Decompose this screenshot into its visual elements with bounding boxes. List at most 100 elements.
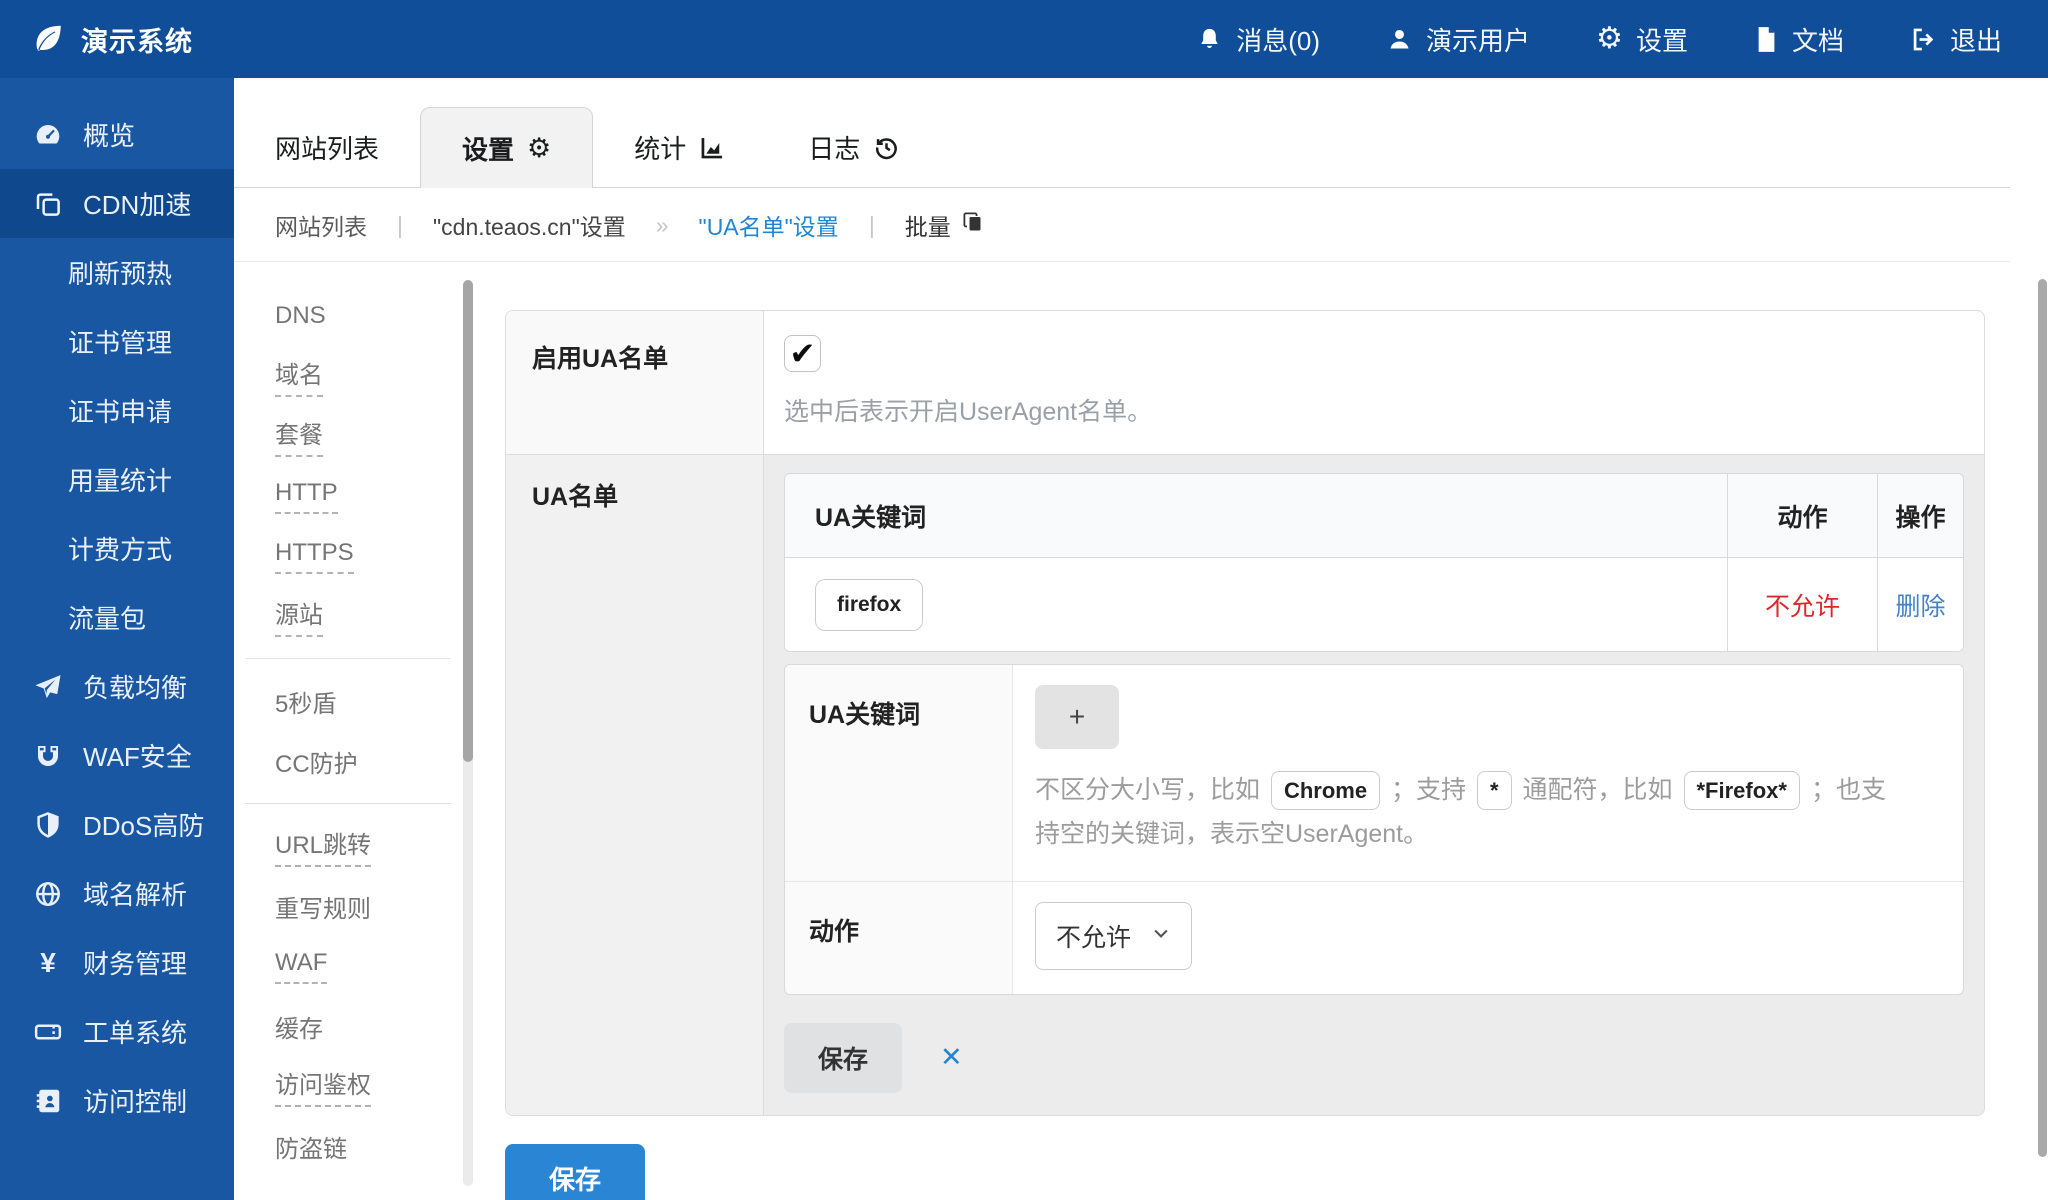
- sidebar-item-cdn[interactable]: CDN加速: [0, 169, 234, 238]
- sidebar-item-dns-resolve[interactable]: 域名解析: [0, 859, 234, 928]
- chevron-down-icon: [1151, 921, 1171, 950]
- sidebar-item-label: 财务管理: [83, 944, 187, 981]
- sidebar-item-refresh-prewarm[interactable]: 刷新预热: [0, 238, 234, 307]
- app-logo[interactable]: 演示系统: [30, 20, 193, 59]
- tab-site-list[interactable]: 网站列表: [234, 107, 420, 187]
- subnav-item-rewrite-rules[interactable]: 重写规则: [234, 876, 460, 936]
- gear-icon: ⚙: [1596, 24, 1623, 54]
- sidebar-item-finance[interactable]: ¥ 财务管理: [0, 928, 234, 997]
- sidebar-item-overview[interactable]: 概览: [0, 100, 234, 169]
- tabbar: 网站列表 设置 ⚙ 统计 日志: [234, 108, 2010, 188]
- action-select[interactable]: 不允许: [1035, 902, 1192, 970]
- delete-link[interactable]: 删除: [1895, 587, 1945, 623]
- sign-out-icon: [1910, 26, 1937, 53]
- subnav-item-waf[interactable]: WAF: [234, 936, 460, 996]
- user-icon: [1386, 26, 1413, 53]
- editor-cancel-button[interactable]: ✕: [940, 1042, 963, 1073]
- tab-logs[interactable]: 日志: [767, 107, 941, 187]
- tab-label: 日志: [808, 129, 860, 166]
- sidebar: 概览 CDN加速 刷新预热 证书管理 证书申请 用量统计 计费方式 流量包 负载…: [0, 78, 234, 1200]
- subnav-item-http[interactable]: HTTP: [234, 466, 460, 526]
- messages-button[interactable]: 消息(0): [1196, 21, 1320, 58]
- sidebar-item-label: 刷新预热: [68, 254, 172, 291]
- subnav-item-origin[interactable]: 源站: [234, 586, 460, 646]
- settings-subnav: DNS 域名 套餐 HTTP HTTPS 源站 5秒盾 CC防护 URL跳转 重…: [234, 286, 460, 1176]
- subnav-item-hotlink[interactable]: 防盗链: [234, 1116, 460, 1176]
- gear-icon: ⚙: [527, 135, 551, 162]
- breadcrumb-ua-settings-link[interactable]: "UA名单"设置: [699, 208, 839, 242]
- sidebar-item-traffic-package[interactable]: 流量包: [0, 583, 234, 652]
- editor-save-button[interactable]: 保存: [784, 1023, 902, 1093]
- breadcrumb-separator: |: [869, 212, 875, 239]
- subnav-divider: [245, 658, 451, 659]
- hint-text: ；支持: [1391, 776, 1466, 804]
- paper-plane-icon: [30, 672, 66, 702]
- sidebar-item-label: 概览: [83, 116, 135, 153]
- action-select-label: 动作: [785, 882, 1013, 994]
- settings-button[interactable]: ⚙ 设置: [1596, 21, 1688, 58]
- keyword-editor-form: UA关键词 + 不区分大小写，比如 Chrome ；支持 * 通配符，比如 *F…: [784, 664, 1964, 995]
- address-book-icon: [30, 1086, 66, 1116]
- table-row: firefox 不允许 删除: [785, 558, 1963, 651]
- sidebar-item-label: CDN加速: [83, 185, 191, 222]
- breadcrumb-site-settings[interactable]: "cdn.teaos.cn"设置: [433, 208, 626, 242]
- action-select-value: 不允许: [1056, 918, 1131, 954]
- add-keyword-button[interactable]: +: [1035, 685, 1119, 749]
- sidebar-item-cert-manage[interactable]: 证书管理: [0, 307, 234, 376]
- sidebar-item-cert-apply[interactable]: 证书申请: [0, 376, 234, 445]
- subnav-scrollbar-thumb[interactable]: [463, 280, 473, 762]
- sidebar-item-label: 计费方式: [68, 530, 172, 567]
- subnav-label: 套餐: [275, 415, 323, 457]
- tab-label: 统计: [634, 129, 686, 166]
- subnav-item-https[interactable]: HTTPS: [234, 526, 460, 586]
- sidebar-item-billing-method[interactable]: 计费方式: [0, 514, 234, 583]
- subnav-item-url-redirect[interactable]: URL跳转: [234, 816, 460, 876]
- batch-button[interactable]: 批量: [905, 208, 985, 242]
- sidebar-item-label: 用量统计: [68, 461, 172, 498]
- subnav-item-dns[interactable]: DNS: [234, 286, 460, 346]
- ua-list-form: 启用UA名单 ✔ 选中后表示开启UserAgent名单。 UA名单 UA关键词: [505, 310, 1985, 1200]
- copy-icon: [961, 210, 985, 240]
- tab-settings[interactable]: 设置 ⚙: [420, 107, 593, 188]
- table-header-row: UA关键词 动作 操作: [785, 474, 1963, 558]
- subnav-divider: [245, 803, 451, 804]
- sidebar-item-label: 域名解析: [83, 875, 187, 912]
- sidebar-item-load-balancer[interactable]: 负载均衡: [0, 652, 234, 721]
- sidebar-item-label: 访问控制: [83, 1082, 187, 1119]
- breadcrumb-site-list[interactable]: 网站列表: [275, 208, 367, 242]
- docs-button[interactable]: 文档: [1754, 21, 1844, 58]
- subnav-item-cc-protect[interactable]: CC防护: [234, 731, 460, 791]
- ua-keyword-table: UA关键词 动作 操作 firefox 不允许 删除: [784, 473, 1964, 652]
- tab-stats[interactable]: 统计: [593, 107, 767, 187]
- keyword-input-label: UA关键词: [785, 665, 1013, 881]
- sidebar-item-tickets[interactable]: 工单系统: [0, 997, 234, 1066]
- user-menu[interactable]: 演示用户: [1386, 21, 1530, 58]
- operation-cell: 删除: [1877, 558, 1963, 651]
- hint-example-tag: *Firefox*: [1684, 771, 1800, 810]
- subnav-item-cache[interactable]: 缓存: [234, 996, 460, 1056]
- save-button[interactable]: 保存: [505, 1144, 645, 1200]
- logout-button[interactable]: 退出: [1910, 21, 2002, 58]
- page-scrollbar-thumb[interactable]: [2038, 279, 2047, 1157]
- sidebar-item-usage-stats[interactable]: 用量统计: [0, 445, 234, 514]
- subnav-item-domain[interactable]: 域名: [234, 346, 460, 406]
- sidebar-item-ddos[interactable]: DDoS高防: [0, 790, 234, 859]
- header-keyword: UA关键词: [785, 498, 1727, 534]
- sidebar-item-waf[interactable]: WAF安全: [0, 721, 234, 790]
- sidebar-item-label: 证书管理: [68, 323, 172, 360]
- keyword-input-area: + 不区分大小写，比如 Chrome ；支持 * 通配符，比如 *Firefox…: [1013, 665, 1963, 881]
- history-icon: [873, 134, 900, 161]
- subnav-label: WAF: [275, 949, 327, 984]
- keyword-hint: 不区分大小写，比如 Chrome ；支持 * 通配符，比如 *Firefox* …: [1035, 769, 1907, 857]
- enable-ua-row: 启用UA名单 ✔ 选中后表示开启UserAgent名单。: [506, 311, 1984, 455]
- sidebar-item-access-control[interactable]: 访问控制: [0, 1066, 234, 1135]
- hint-example-tag: *: [1477, 771, 1512, 810]
- batch-label: 批量: [905, 208, 951, 242]
- subnav-item-plan[interactable]: 套餐: [234, 406, 460, 466]
- subnav-item-auth[interactable]: 访问鉴权: [234, 1056, 460, 1116]
- magnet-icon: [30, 741, 66, 771]
- enable-ua-checkbox[interactable]: ✔: [784, 335, 821, 372]
- sidebar-item-label: WAF安全: [83, 737, 192, 774]
- docs-label: 文档: [1792, 21, 1844, 58]
- subnav-item-5s-shield[interactable]: 5秒盾: [234, 671, 460, 731]
